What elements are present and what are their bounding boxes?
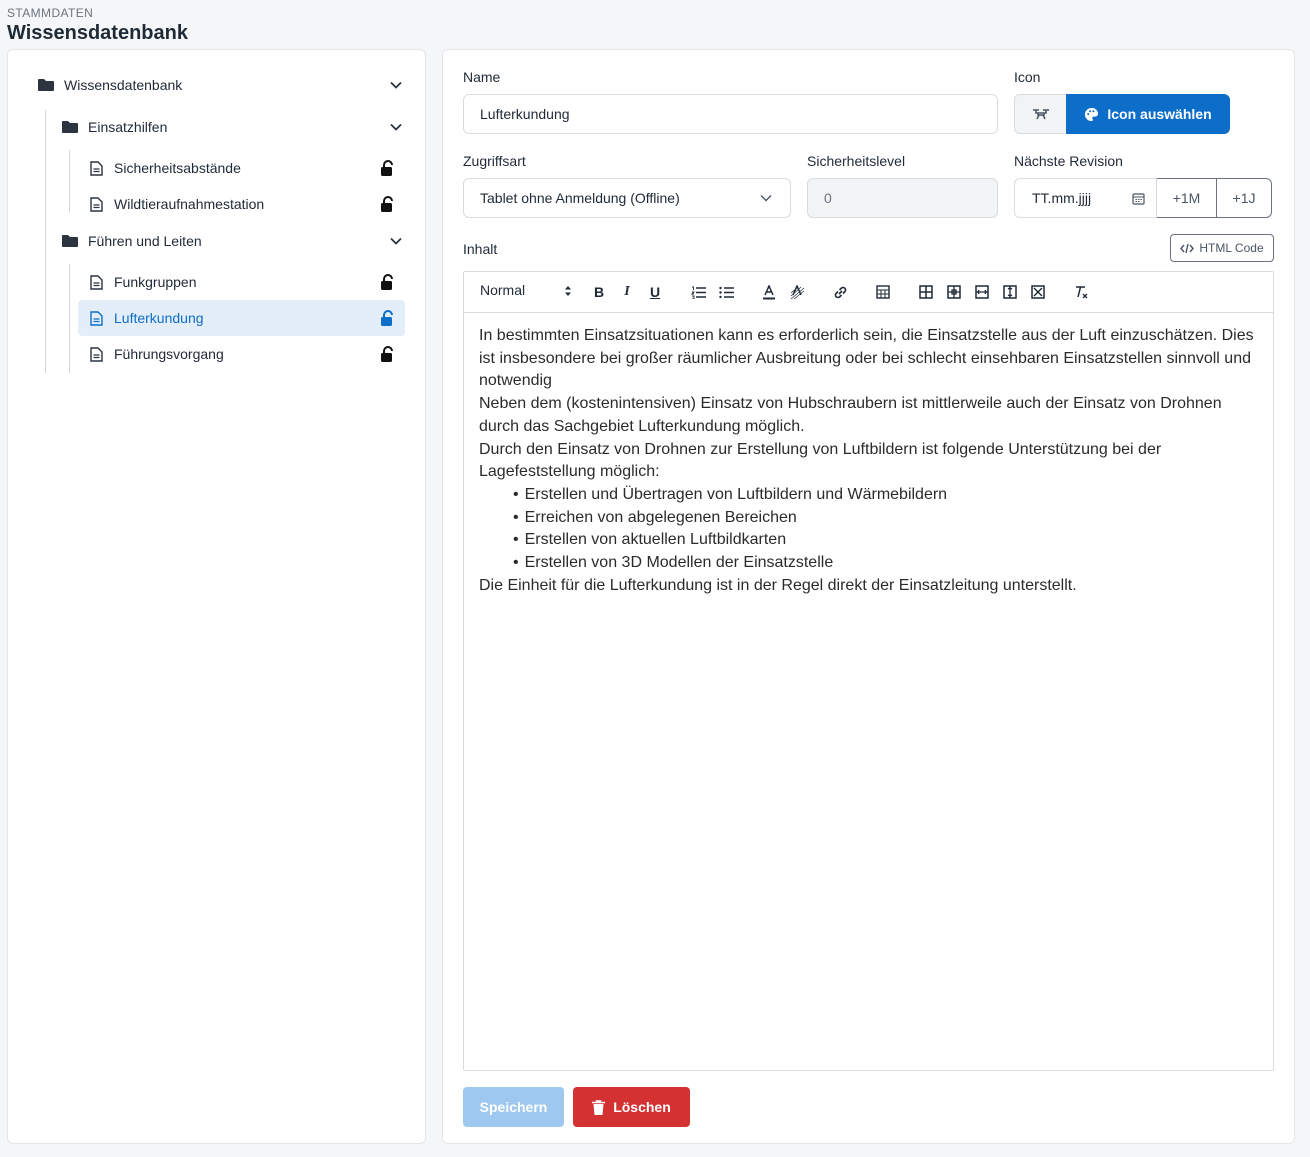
document-icon xyxy=(88,346,104,362)
revision-label: Nächste Revision xyxy=(1014,153,1123,169)
trash-icon xyxy=(592,1099,606,1115)
tree-folder-fuehren-und-leiten[interactable]: Führen und Leiten xyxy=(54,223,411,259)
tree-folder-wissensdatenbank[interactable]: Wissensdatenbank xyxy=(30,67,411,103)
revision-date-group: TT.mm.jjjj +1M +1J xyxy=(1014,178,1272,218)
format-select[interactable]: Normal xyxy=(480,282,571,298)
document-icon xyxy=(88,160,104,176)
unlock-icon xyxy=(381,346,393,362)
drone-icon xyxy=(1014,94,1066,134)
save-button[interactable]: Speichern xyxy=(463,1087,564,1127)
content-label: Inhalt xyxy=(463,241,498,257)
insert-row-icon[interactable] xyxy=(917,283,935,301)
tree-guide-line xyxy=(69,264,70,373)
text-color-icon[interactable] xyxy=(760,283,778,301)
unlock-icon xyxy=(381,196,393,212)
delete-column-icon[interactable] xyxy=(1001,283,1019,301)
tree-item-lufterkundung[interactable]: Lufterkundung xyxy=(78,300,405,336)
page-title: Wissensdatenbank xyxy=(7,22,188,44)
chevron-down-icon[interactable] xyxy=(389,120,403,134)
content-bullet: Erstellen von aktuellen Luftbildkarten xyxy=(513,529,1259,552)
tree-item-label: Führungsvorgang xyxy=(114,346,224,362)
access-select[interactable]: Tablet ohne Anmeldung (Offline) xyxy=(463,178,791,218)
clear-format-icon[interactable] xyxy=(1072,283,1090,301)
tree-item-wildtieraufnahmestation[interactable]: Wildtieraufnahmestation xyxy=(78,186,405,222)
access-label: Zugriffsart xyxy=(463,153,526,169)
content-paragraph: Durch den Einsatz von Drohnen zur Erstel… xyxy=(479,440,1162,481)
content-bullet-list: Erstellen und Übertragen von Luftbildern… xyxy=(513,484,1259,575)
document-icon xyxy=(88,274,104,290)
unlock-icon xyxy=(381,160,393,176)
tree-item-label: Wildtieraufnahmestation xyxy=(114,196,265,212)
select-icon-label: Icon auswählen xyxy=(1107,106,1212,122)
tree-folder-label: Wissensdatenbank xyxy=(64,77,183,93)
table-icon[interactable] xyxy=(874,283,892,301)
bold-icon[interactable]: B xyxy=(590,283,608,301)
tree-guide-line xyxy=(45,110,46,373)
chevron-down-icon[interactable] xyxy=(389,234,403,248)
highlight-color-icon[interactable] xyxy=(788,283,806,301)
tree-item-label: Lufterkundung xyxy=(114,310,204,326)
content-paragraph: Neben dem (kostenintensiven) Einsatz von… xyxy=(479,395,1222,435)
italic-icon[interactable]: I xyxy=(618,283,636,301)
unlock-icon xyxy=(381,310,393,326)
delete-table-icon[interactable] xyxy=(1029,283,1047,301)
add-year-button[interactable]: +1J xyxy=(1216,178,1272,218)
tree-item-fuehrungsvorgang[interactable]: Führungsvorgang xyxy=(78,336,405,372)
tree-item-label: Sicherheitsabstände xyxy=(114,160,241,176)
rich-text-editor: Normal B I U In bestimmten Einsatzsituat… xyxy=(463,271,1274,1071)
tree-item-sicherheitsabstaende[interactable]: Sicherheitsabstände xyxy=(78,150,405,186)
calendar-icon[interactable] xyxy=(1132,192,1145,205)
folder-icon xyxy=(62,233,78,249)
unlock-icon xyxy=(381,274,393,290)
tree-item-funkgruppen[interactable]: Funkgruppen xyxy=(78,264,405,300)
tree-folder-label: Einsatzhilfen xyxy=(88,119,168,135)
folder-icon xyxy=(62,119,78,135)
bullet-list-icon[interactable] xyxy=(717,283,735,301)
add-month-button[interactable]: +1M xyxy=(1156,178,1217,218)
security-input: 0 xyxy=(807,178,998,218)
document-icon xyxy=(88,310,104,326)
document-icon xyxy=(88,196,104,212)
tree-panel: Wissensdatenbank Einsatzhilfen Sicherhei… xyxy=(7,49,426,1144)
delete-button[interactable]: Löschen xyxy=(573,1087,690,1127)
revision-date-input[interactable]: TT.mm.jjjj xyxy=(1014,178,1157,218)
sort-arrows-icon xyxy=(565,286,571,296)
icon-picker: Icon auswählen xyxy=(1014,94,1230,134)
revision-date-placeholder: TT.mm.jjjj xyxy=(1032,190,1092,206)
content-bullet: Erreichen von abgelegenen Bereichen xyxy=(513,507,1259,530)
delete-label: Löschen xyxy=(613,1099,671,1115)
select-icon-button[interactable]: Icon auswählen xyxy=(1066,94,1230,134)
chevron-down-icon xyxy=(760,195,772,202)
content-paragraph: In bestimmten Einsatzsituationen kann es… xyxy=(479,327,1254,390)
editor-content[interactable]: In bestimmten Einsatzsituationen kann es… xyxy=(479,325,1259,597)
tree-guide-line xyxy=(69,150,70,212)
html-code-label: HTML Code xyxy=(1199,241,1264,255)
editor-panel: Name Lufterkundung Icon Icon auswählen Z… xyxy=(442,49,1295,1144)
content-bullet: Erstellen und Übertragen von Luftbildern… xyxy=(513,484,1259,507)
underline-icon[interactable]: U xyxy=(646,283,664,301)
tree-folder-label: Führen und Leiten xyxy=(88,233,202,249)
name-input[interactable]: Lufterkundung xyxy=(463,94,998,134)
content-bullet: Erstellen von 3D Modellen der Einsatzste… xyxy=(513,552,1259,575)
html-code-button[interactable]: HTML Code xyxy=(1170,234,1274,262)
palette-icon xyxy=(1085,107,1099,121)
ordered-list-icon[interactable] xyxy=(689,283,707,301)
section-label: STAMMDATEN xyxy=(7,6,94,20)
folder-icon xyxy=(38,77,54,93)
chevron-down-icon[interactable] xyxy=(389,78,403,92)
editor-toolbar: Normal B I U xyxy=(464,272,1273,313)
code-icon xyxy=(1180,243,1195,253)
link-icon[interactable] xyxy=(831,283,849,301)
access-select-value: Tablet ohne Anmeldung (Offline) xyxy=(480,190,680,206)
security-label: Sicherheitslevel xyxy=(807,153,906,169)
icon-label: Icon xyxy=(1014,69,1041,85)
tree-folder-einsatzhilfen[interactable]: Einsatzhilfen xyxy=(54,109,411,145)
delete-row-icon[interactable] xyxy=(973,283,991,301)
content-paragraph: Die Einheit für die Lufterkundung ist in… xyxy=(479,576,1077,594)
insert-column-icon[interactable] xyxy=(945,283,963,301)
format-select-value: Normal xyxy=(480,282,526,298)
tree-item-label: Funkgruppen xyxy=(114,274,197,290)
name-label: Name xyxy=(463,69,501,85)
